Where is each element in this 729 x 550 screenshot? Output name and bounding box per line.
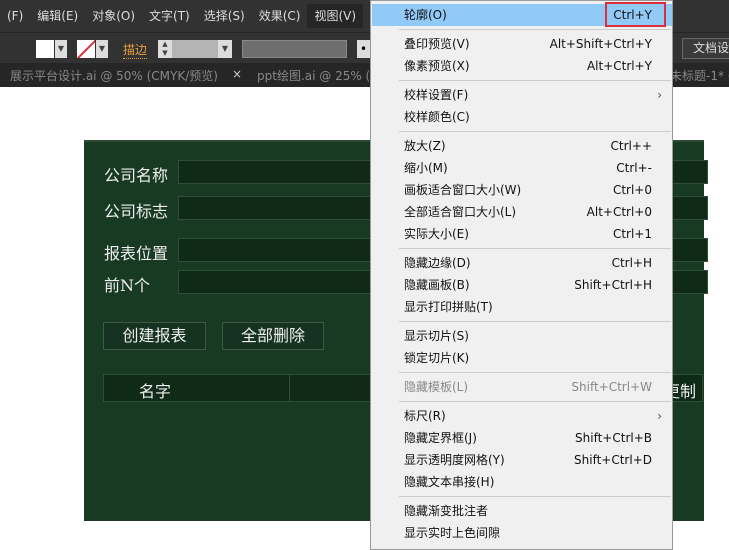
menu-item[interactable]: 放大(Z) Ctrl++ bbox=[372, 135, 672, 157]
brush-dropdown[interactable]: • bbox=[357, 40, 370, 58]
menu-0[interactable]: (F) bbox=[0, 4, 30, 28]
menu-separator bbox=[399, 401, 671, 402]
menu-item[interactable]: 锁定切片(K) bbox=[372, 347, 672, 369]
tab-document-3[interactable]: 未标题-1* ( bbox=[670, 67, 729, 84]
column-header: 名字 bbox=[139, 382, 172, 401]
menu-item[interactable]: 隐藏画板(B) Shift+Ctrl+H bbox=[372, 274, 672, 296]
menu-item[interactable]: 缩小(M) Ctrl+- bbox=[372, 157, 672, 179]
menu-item-label: 缩小(M) bbox=[404, 161, 448, 175]
annotation-highlight-box bbox=[605, 2, 666, 27]
stroke-weight-stepper[interactable]: ▲ ▼ bbox=[158, 40, 172, 58]
stroke-label[interactable]: 描边 bbox=[123, 41, 148, 59]
menu-3[interactable]: 文字(T) bbox=[142, 4, 197, 28]
menu-item[interactable]: 校样颜色(C) bbox=[372, 106, 672, 128]
menu-item-label: 锁定切片(K) bbox=[404, 351, 470, 365]
menu-item[interactable]: 显示切片(S) bbox=[372, 325, 672, 347]
menu-item-label: 叠印预览(V) bbox=[404, 37, 470, 51]
menu-6[interactable]: 视图(V) bbox=[307, 4, 364, 28]
menu-item-label: 隐藏边缘(D) bbox=[404, 256, 471, 270]
menu-item[interactable]: 显示透明度网格(Y) Shift+Ctrl+D bbox=[372, 449, 672, 471]
menu-item: 隐藏模板(L) Shift+Ctrl+W bbox=[372, 376, 672, 398]
field-label: 前N个 bbox=[104, 276, 151, 295]
menu-item-shortcut: Alt+Shift+Ctrl+Y bbox=[549, 37, 652, 51]
menu-item-label: 显示透明度网格(Y) bbox=[404, 453, 505, 467]
menu-item-label: 画板适合窗口大小(W) bbox=[404, 183, 522, 197]
menu-item-shortcut: Ctrl+H bbox=[611, 256, 652, 270]
menu-item[interactable]: 实际大小(E) Ctrl+1 bbox=[372, 223, 672, 245]
menu-item[interactable]: 叠印预览(V) Alt+Shift+Ctrl+Y bbox=[372, 33, 672, 55]
fill-swatch[interactable] bbox=[36, 40, 54, 58]
field-label: 报表位置 bbox=[104, 244, 169, 263]
menu-item-label: 隐藏画板(B) bbox=[404, 278, 470, 292]
menu-item-label: 显示打印拼贴(T) bbox=[404, 300, 493, 314]
stroke-weight-dropdown[interactable]: ▼ bbox=[218, 40, 232, 58]
tab-document-2[interactable]: ppt绘图.ai @ 25% ( bbox=[257, 67, 370, 84]
menu-separator bbox=[399, 496, 671, 497]
menu-separator bbox=[399, 131, 671, 132]
document-setup-button[interactable]: 文档设 bbox=[682, 38, 729, 59]
menu-item[interactable]: 校样设置(F) › bbox=[372, 84, 672, 106]
menu-separator bbox=[399, 80, 671, 81]
menu-item-shortcut: Shift+Ctrl+D bbox=[574, 453, 652, 467]
menu-item-label: 全部适合窗口大小(L) bbox=[404, 205, 517, 219]
menu-item-label: 标尺(R) bbox=[404, 409, 446, 423]
menu-item[interactable]: 标尺(R) › bbox=[372, 405, 672, 427]
menu-item[interactable]: 隐藏渐变批注者 bbox=[372, 500, 672, 522]
menu-item-label: 隐藏模板(L) bbox=[404, 380, 469, 394]
menu-item-shortcut: Shift+Ctrl+W bbox=[571, 380, 652, 394]
variable-width-dropdown[interactable] bbox=[242, 40, 347, 58]
stroke-dropdown[interactable]: ▼ bbox=[96, 40, 108, 58]
menu-separator bbox=[399, 29, 671, 30]
menu-item[interactable]: 全部适合窗口大小(L) Alt+Ctrl+0 bbox=[372, 201, 672, 223]
menu-item-shortcut: Ctrl+1 bbox=[612, 227, 652, 241]
tab-document-1[interactable]: 展示平台设计.ai @ 50% (CMYK/预览) bbox=[10, 67, 218, 84]
menu-item-label: 放大(Z) bbox=[404, 139, 446, 153]
menu-separator bbox=[399, 248, 671, 249]
menu-item-label: 显示切片(S) bbox=[404, 329, 469, 343]
menu-item-shortcut: Alt+Ctrl+Y bbox=[586, 59, 652, 73]
menu-item[interactable]: 显示实时上色间隙 bbox=[372, 522, 672, 544]
menu-item-shortcut: Ctrl+0 bbox=[612, 183, 652, 197]
menu-item-shortcut: Ctrl++ bbox=[610, 139, 652, 153]
menu-item[interactable]: 显示打印拼贴(T) bbox=[372, 296, 672, 318]
menu-item-shortcut: Shift+Ctrl+H bbox=[574, 278, 652, 292]
menu-2[interactable]: 对象(O) bbox=[85, 4, 142, 28]
menu-item[interactable]: 隐藏边缘(D) Ctrl+H bbox=[372, 252, 672, 274]
view-menu-dropdown: 轮廓(O) Ctrl+Y 叠印预览(V) Alt+Shift+Ctrl+Y 像素预览(X… bbox=[370, 0, 673, 550]
field-label: 公司名称 bbox=[104, 166, 169, 185]
stroke-none-swatch[interactable] bbox=[77, 40, 95, 58]
field-label: 公司标志 bbox=[104, 202, 169, 221]
tab-close-icon[interactable]: × bbox=[232, 67, 242, 81]
menu-item-label: 校样颜色(C) bbox=[404, 110, 470, 124]
menu-item[interactable]: 隐藏文本串接(H) bbox=[372, 471, 672, 493]
menu-item-label: 隐藏文本串接(H) bbox=[404, 475, 495, 489]
menu-separator bbox=[399, 372, 671, 373]
menu-item-label: 轮廓(O) bbox=[404, 8, 447, 22]
menu-item-label: 实际大小(E) bbox=[404, 227, 469, 241]
menu-item-label: 校样设置(F) bbox=[404, 88, 469, 102]
menu-item[interactable]: 像素预览(X) Alt+Ctrl+Y bbox=[372, 55, 672, 77]
menu-1[interactable]: 编辑(E) bbox=[30, 4, 85, 28]
create-report-button: 创建报表 bbox=[103, 322, 206, 350]
menu-separator bbox=[399, 321, 671, 322]
fill-dropdown[interactable]: ▼ bbox=[55, 40, 67, 58]
stroke-weight-input[interactable] bbox=[172, 40, 218, 58]
menu-item[interactable]: 隐藏定界框(J) Shift+Ctrl+B bbox=[372, 427, 672, 449]
menu-item-label: 隐藏渐变批注者 bbox=[404, 504, 489, 518]
menu-item[interactable]: 画板适合窗口大小(W) Ctrl+0 bbox=[372, 179, 672, 201]
menu-item-label: 像素预览(X) bbox=[404, 59, 470, 73]
delete-all-button: 全部删除 bbox=[222, 322, 324, 350]
menu-item-shortcut: Ctrl+- bbox=[616, 161, 652, 175]
submenu-arrow-icon: › bbox=[657, 409, 662, 423]
menu-item-shortcut: Alt+Ctrl+0 bbox=[586, 205, 652, 219]
submenu-arrow-icon: › bbox=[657, 88, 662, 102]
menu-item-shortcut: Shift+Ctrl+B bbox=[575, 431, 652, 445]
menu-item-label: 显示实时上色间隙 bbox=[404, 526, 501, 540]
menu-5[interactable]: 效果(C) bbox=[252, 4, 308, 28]
menu-item-label: 隐藏定界框(J) bbox=[404, 431, 477, 445]
menu-4[interactable]: 选择(S) bbox=[197, 4, 252, 28]
